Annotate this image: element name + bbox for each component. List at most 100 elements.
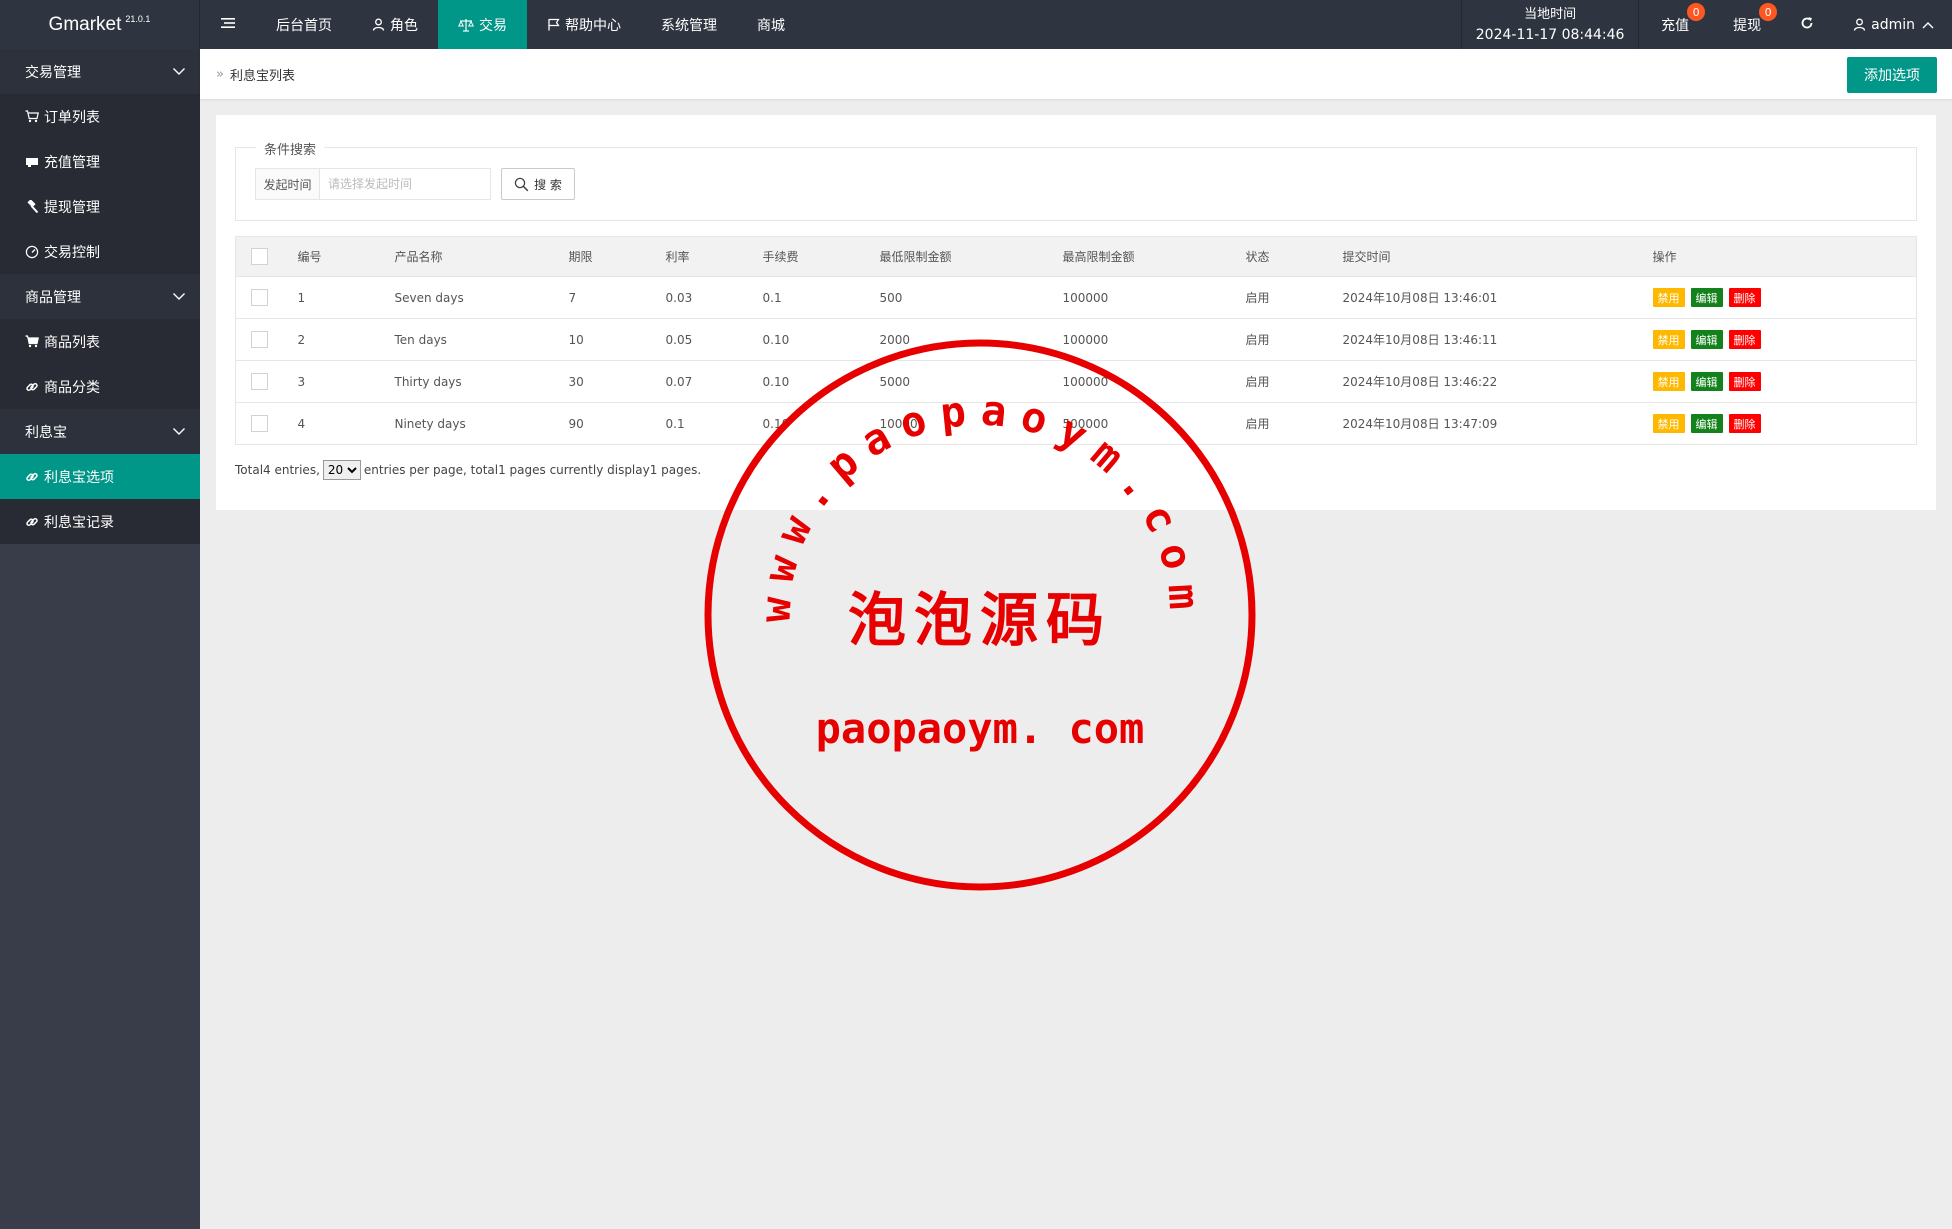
nav-item-label: 商城 [757,17,785,34]
local-clock: 当地时间 2024-11-17 08:44:46 [1461,0,1640,49]
select-all-checkbox[interactable] [251,248,268,265]
breadcrumb: » 利息宝列表 [216,65,295,84]
flag-icon [547,18,560,31]
search-button[interactable]: 搜 索 [501,168,575,200]
delete-button[interactable]: 删除 [1728,288,1761,307]
row-checkbox[interactable] [251,331,268,348]
chevron-up-icon [1922,21,1934,29]
pager-prefix: Total4 entries, [235,463,320,477]
sidebar-group-trade[interactable]: 交易管理 [0,49,200,94]
row-checkbox[interactable] [251,373,268,390]
nav-item-label: 角色 [390,17,418,34]
sidebar-item-orders[interactable]: 订单列表 [0,94,200,139]
sidebar-group-interest[interactable]: 利息宝 [0,409,200,454]
cell-status: 启用 [1245,318,1343,361]
date-input-group: 发起时间 [255,168,491,200]
header-actions: 操作 [1652,236,1917,277]
search-icon [514,177,529,192]
disable-button[interactable]: 禁用 [1652,330,1685,349]
nav-item-role[interactable]: 角色 [352,0,438,49]
top-bar: Gmarket 21.0.1 后台首页 角色 交易 帮助中心 系统管理 商城 当… [0,0,1952,49]
header-submit-time: 提交时间 [1342,236,1653,277]
sidebar-item-label: 提现管理 [44,199,100,216]
chevron-down-icon [172,289,186,303]
sidebar-item-goods-list[interactable]: 商品列表 [0,319,200,364]
sidebar-item-trade-control[interactable]: 交易控制 [0,229,200,274]
brand-logo[interactable]: Gmarket 21.0.1 [0,0,200,49]
pager-suffix: entries per page, total1 pages currently… [363,463,702,477]
cell-actions: 禁用 编辑 删除 [1652,318,1917,361]
cell-min-amount: 500 [879,276,1063,319]
edit-button[interactable]: 编辑 [1690,330,1723,349]
nav-item-trade[interactable]: 交易 [438,0,527,49]
nav-item-system[interactable]: 系统管理 [641,0,737,49]
sidebar-toggle-button[interactable] [200,0,256,49]
cell-fee: 0.10 [762,360,880,403]
interest-options-table: 编号 产品名称 期限 利率 手续费 最低限制金额 最高限制金额 状态 提交时间 … [235,236,1917,445]
header-fee: 手续费 [762,236,880,277]
sidebar-item-label: 订单列表 [44,109,100,126]
withdraw-label: 提现 [1733,17,1762,34]
add-option-button[interactable]: 添加选项 [1847,57,1937,93]
nav-item-mall[interactable]: 商城 [737,0,805,49]
row-checkbox[interactable] [251,415,268,432]
cart-icon [25,335,39,348]
sidebar-item-recharge[interactable]: 充值管理 [0,139,200,184]
refresh-icon [1800,16,1814,34]
recharge-button[interactable]: 充值 0 [1639,0,1711,49]
sidebar-item-label: 充值管理 [44,154,100,171]
sidebar-item-interest-options[interactable]: 利息宝选项 [0,454,200,499]
cell-product-name: Ninety days [394,402,569,445]
user-icon [1853,18,1866,31]
user-menu[interactable]: admin [1831,0,1952,49]
nav-item-label: 后台首页 [276,17,332,34]
recharge-label: 充值 [1661,17,1690,34]
delete-button[interactable]: 删除 [1728,414,1761,433]
delete-button[interactable]: 删除 [1728,372,1761,391]
cell-submit-time: 2024年10月08日 13:46:22 [1342,360,1653,403]
card-icon [25,156,39,168]
table-header-row: 编号 产品名称 期限 利率 手续费 最低限制金额 最高限制金额 状态 提交时间 … [235,236,1917,277]
edit-button[interactable]: 编辑 [1690,414,1723,433]
row-checkbox[interactable] [251,289,268,306]
edit-button[interactable]: 编辑 [1690,372,1723,391]
link-icon [25,515,39,529]
sidebar-item-goods-category[interactable]: 商品分类 [0,364,200,409]
header-term: 期限 [568,236,666,277]
disable-button[interactable]: 禁用 [1652,372,1685,391]
sidebar: 交易管理 订单列表 充值管理 提现管理 交易控制 商品管理 商品列表 商品分类 … [0,49,200,1229]
disable-button[interactable]: 禁用 [1652,288,1685,307]
cell-term: 10 [568,318,666,361]
delete-button[interactable]: 删除 [1728,330,1761,349]
recharge-badge: 0 [1687,3,1706,21]
date-field-label: 发起时间 [256,169,320,199]
cell-product-name: Thirty days [394,360,569,403]
cell-id: 3 [297,360,395,403]
nav-item-help[interactable]: 帮助中心 [527,0,641,49]
per-page-select[interactable]: 20 [322,460,361,480]
breadcrumb-current[interactable]: 利息宝列表 [230,65,295,84]
table-row: 1 Seven days 7 0.03 0.1 500 100000 启用 20… [235,276,1917,319]
cell-id: 2 [297,318,395,361]
sidebar-group-label: 利息宝 [25,424,67,441]
sidebar-group-goods[interactable]: 商品管理 [0,274,200,319]
cell-actions: 禁用 编辑 删除 [1652,402,1917,445]
edit-button[interactable]: 编辑 [1690,288,1723,307]
search-legend: 条件搜索 [256,139,325,158]
sidebar-item-withdraw[interactable]: 提现管理 [0,184,200,229]
cell-term: 7 [568,276,666,319]
disable-button[interactable]: 禁用 [1652,414,1685,433]
header-checkbox-cell [235,236,298,277]
nav-item-dashboard[interactable]: 后台首页 [256,0,352,49]
sidebar-item-interest-records[interactable]: 利息宝记录 [0,499,200,544]
sidebar-item-label: 商品分类 [44,379,100,396]
chevron-down-icon [172,64,186,78]
breadcrumb-bar: » 利息宝列表 添加选项 [200,49,1952,99]
date-input[interactable] [320,169,490,199]
cell-term: 90 [568,402,666,445]
row-checkbox-cell [235,318,298,361]
refresh-button[interactable] [1783,0,1831,49]
cell-fee: 0.1 [762,276,880,319]
sidebar-item-label: 利息宝记录 [44,514,114,531]
withdraw-button[interactable]: 提现 0 [1711,0,1783,49]
